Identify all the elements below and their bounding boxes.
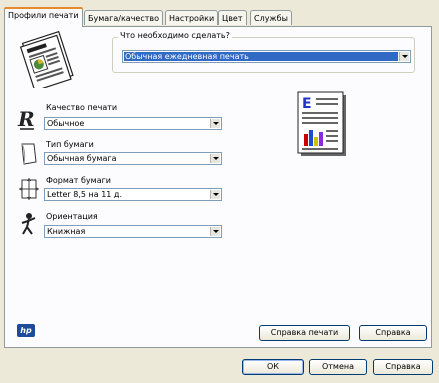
chevron-down-icon[interactable] bbox=[210, 119, 220, 128]
chevron-down-icon[interactable] bbox=[210, 154, 220, 163]
help-button[interactable]: Справка bbox=[359, 325, 427, 341]
tab-paper-quality[interactable]: Бумага/качество bbox=[84, 10, 164, 25]
paper-size-value: Letter 8,5 на 11 д. bbox=[47, 190, 123, 199]
svg-text:R: R bbox=[17, 107, 35, 131]
paper-type-select[interactable]: Обычная бумага bbox=[44, 152, 222, 165]
orientation-select[interactable]: Книжная bbox=[44, 225, 222, 238]
cancel-button[interactable]: Отмена bbox=[309, 359, 367, 375]
tab-services[interactable]: Службы bbox=[250, 10, 292, 25]
preview-letter: E bbox=[302, 96, 312, 112]
paper-type-value: Обычная бумага bbox=[47, 154, 117, 163]
task-select[interactable]: Обычная ежедневная печать bbox=[122, 50, 411, 63]
page-preview-icon: E bbox=[297, 91, 346, 156]
tab-color[interactable]: Цвет bbox=[218, 10, 247, 25]
orientation-icon bbox=[21, 213, 36, 235]
paper-type-icon bbox=[21, 143, 37, 165]
orientation-label: Ориентация bbox=[46, 212, 98, 221]
help-bottom-button[interactable]: Справка bbox=[373, 359, 433, 375]
print-help-button[interactable]: Справка печати bbox=[259, 325, 350, 341]
print-quality-label: Качество печати bbox=[46, 103, 118, 112]
ok-button[interactable]: ОК bbox=[242, 359, 304, 375]
task-group-label: Что необходимо сделать? bbox=[118, 31, 232, 40]
print-quality-select[interactable]: Обычное bbox=[44, 117, 222, 130]
chevron-down-icon[interactable] bbox=[210, 227, 220, 236]
tab-strip: Профили печати Бумага/качество Настройки… bbox=[4, 7, 304, 27]
paper-type-label: Тип бумаги bbox=[46, 140, 94, 149]
paper-size-select[interactable]: Letter 8,5 на 11 д. bbox=[44, 188, 222, 201]
tab-print-profiles[interactable]: Профили печати bbox=[4, 7, 83, 27]
documents-icon bbox=[19, 30, 74, 88]
task-select-value: Обычная ежедневная печать bbox=[124, 52, 398, 61]
chevron-down-icon[interactable] bbox=[210, 190, 220, 199]
print-quality-icon: R bbox=[17, 107, 35, 131]
paper-size-icon bbox=[19, 178, 39, 200]
tab-settings[interactable]: Настройки bbox=[165, 10, 219, 25]
orientation-value: Книжная bbox=[47, 227, 86, 236]
chevron-down-icon[interactable] bbox=[399, 52, 409, 61]
hp-logo: hp bbox=[17, 324, 35, 337]
print-quality-value: Обычное bbox=[47, 119, 85, 128]
paper-size-label: Формат бумаги bbox=[46, 176, 112, 185]
